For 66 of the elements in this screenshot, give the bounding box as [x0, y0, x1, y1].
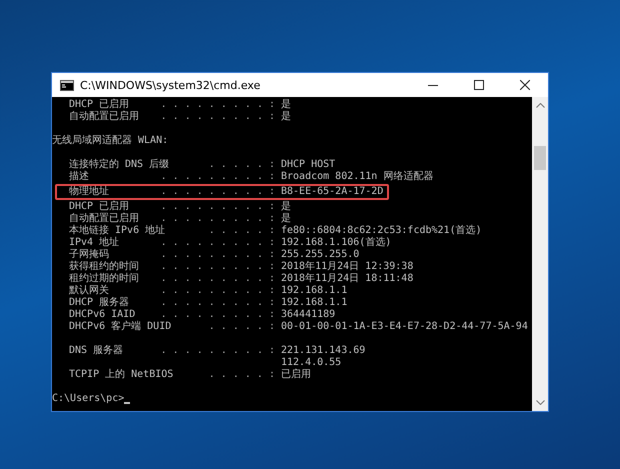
field-label: 租约过期的时间 — [69, 273, 139, 284]
field-label: DHCPv6 IAID — [69, 309, 136, 320]
field-value: 是 — [281, 99, 291, 111]
console-icon — [60, 80, 74, 90]
field-value: 364441189 — [281, 309, 336, 321]
field-value: DHCP HOST — [281, 159, 336, 171]
window-title: C:\WINDOWS\system32\cmd.exe — [80, 78, 262, 92]
dot-leader: . . . . . . . . . : — [160, 249, 276, 261]
field-value: 192.168.1.1 — [281, 285, 348, 297]
dot-leader: . . . . . . . . . : — [160, 309, 276, 321]
field-value: B8-EE-65-2A-17-2D — [281, 186, 384, 198]
scrollbar-thumb[interactable] — [534, 146, 546, 170]
field-label: TCPIP 上的 NetBIOS — [69, 369, 174, 381]
maximize-icon — [474, 80, 484, 90]
dot-leader: . . . . . : — [208, 369, 276, 381]
text-cursor — [124, 402, 130, 404]
field-label: DHCP 已启用 — [69, 201, 130, 212]
field-value: 192.168.1.106(首选) — [281, 237, 392, 249]
section-heading: 无线局域网适配器 WLAN: — [52, 135, 168, 147]
scroll-down-icon[interactable] — [536, 400, 544, 405]
field-value: 112.4.0.55 — [281, 357, 342, 368]
dot-leader: . . . . . . . . . : — [160, 237, 276, 249]
command-prompt: C:\Users\pc> — [52, 393, 124, 405]
field-value: 2018年11月24日 18:11:48 — [281, 273, 414, 285]
field-label: DHCP 服务器 — [69, 297, 130, 309]
dot-leader: . . . . . . . . . : — [160, 261, 276, 273]
field-label: DHCPv6 客户端 DUID — [69, 321, 172, 333]
field-label: 连接特定的 DNS 后缀 — [69, 159, 170, 170]
field-value: 已启用 — [281, 369, 311, 381]
dot-leader: . . . . . : — [208, 159, 276, 171]
field-label: DNS 服务器 — [69, 345, 124, 357]
field-label: 本地链接 IPv6 地址 — [69, 225, 166, 236]
field-value: 221.131.143.69 — [281, 345, 366, 357]
field-value: 00-01-00-01-1A-E3-E4-E7-28-D2-44-77-5A-94 — [281, 321, 528, 333]
field-label: 获得租约的时间 — [69, 261, 139, 272]
dot-leader: . . . . . . . . . : — [160, 297, 276, 309]
field-label: 子网掩码 — [69, 249, 109, 260]
scrollbar[interactable] — [532, 97, 548, 411]
dot-leader: . . . . . : — [208, 321, 276, 333]
dot-leader: . . . . . . . . . : — [160, 345, 276, 357]
scroll-up-icon[interactable] — [536, 103, 544, 108]
field-value: 255.255.255.0 — [281, 249, 360, 261]
field-value: 是 — [281, 111, 291, 123]
field-label: 物理地址 — [69, 186, 109, 198]
field-label: 自动配置已启用 — [69, 111, 139, 123]
field-label: IPv4 地址 — [69, 237, 120, 249]
field-value: 192.168.1.1 — [281, 297, 348, 309]
close-icon — [520, 80, 530, 90]
dot-leader: . . . . . . . . . : — [160, 111, 276, 123]
field-value: fe80::6804:8c62:2c53:fcdb%21(首选) — [281, 225, 482, 236]
field-label: 默认网关 — [69, 285, 109, 297]
field-value: 是 — [281, 213, 291, 225]
field-value: Broadcom 802.11n 网络适配器 — [281, 171, 434, 183]
field-label: DHCP 已启用 — [69, 99, 130, 110]
dot-leader: . . . . . : — [208, 225, 276, 237]
field-label: 描述 — [69, 171, 89, 183]
dot-leader: . . . . . . . . . : — [160, 273, 276, 285]
field-value: 2018年11月24日 12:39:38 — [281, 261, 414, 273]
dot-leader: . . . . . . . . . : — [160, 201, 276, 213]
dot-leader: . . . . . . . . . : — [160, 213, 276, 224]
dot-leader: . . . . . . . . . : — [160, 99, 276, 111]
dot-leader: . . . . . . . . . : — [160, 171, 276, 183]
dot-leader: . . . . . . . . . : — [160, 186, 276, 198]
dot-leader: . . . . . . . . . : — [160, 285, 276, 297]
field-value: 是 — [281, 201, 291, 213]
field-label: 自动配置已启用 — [69, 213, 139, 224]
